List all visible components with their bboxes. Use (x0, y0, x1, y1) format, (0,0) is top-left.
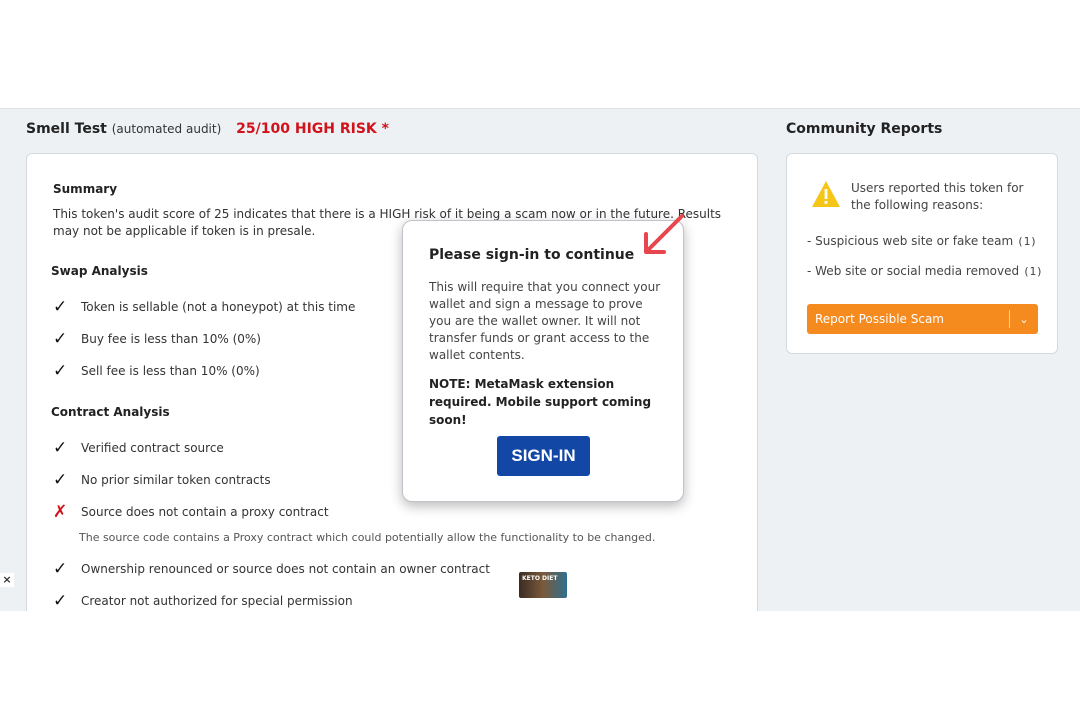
check-row: ✓ Creator not authorized for special per… (53, 591, 353, 611)
check-row: ✓ Buy fee is less than 10% (0%) (53, 329, 261, 349)
reason-label: - Web site or social media removed (807, 264, 1020, 278)
check-icon: ✓ (53, 361, 68, 381)
check-icon: ✓ (53, 591, 68, 611)
check-label: Buy fee is less than 10% (0%) (81, 332, 261, 346)
check-row: ✗ Source does not contain a proxy contra… (53, 502, 329, 522)
check-icon: ✓ (53, 329, 68, 349)
check-label: Ownership renounced or source does not c… (81, 562, 490, 576)
report-scam-button[interactable]: Report Possible Scam ⌄ (807, 304, 1038, 334)
check-icon: ✓ (53, 470, 68, 490)
check-label: Source does not contain a proxy contract (81, 505, 329, 519)
cross-icon: ✗ (53, 502, 68, 522)
reason-count: (1) (1022, 265, 1043, 278)
signin-modal: Please sign-in to continue This will req… (402, 220, 684, 502)
report-reason: - Web site or social media removed (1) (807, 264, 1043, 278)
check-label: Creator not authorized for special permi… (81, 594, 353, 608)
report-scam-label: Report Possible Scam (815, 312, 944, 326)
check-row: ✓ Verified contract source (53, 438, 224, 458)
check-label: Verified contract source (81, 441, 224, 455)
check-row: ✓ No prior similar token contracts (53, 470, 271, 490)
proxy-note: The source code contains a Proxy contrac… (79, 531, 656, 544)
report-reason: - Suspicious web site or fake team (1) (807, 234, 1037, 248)
smell-test-heading: Smell Test (automated audit) 25/100 HIGH… (26, 121, 389, 137)
check-row: ✓ Ownership renounced or source does not… (53, 559, 490, 579)
contract-analysis-title: Contract Analysis (51, 405, 170, 419)
check-row: ✓ Sell fee is less than 10% (0%) (53, 361, 260, 381)
ad-text: KETO DIET (522, 575, 558, 582)
reason-count: (1) (1016, 235, 1037, 248)
chevron-down-icon[interactable]: ⌄ (1010, 313, 1038, 326)
check-icon: ✓ (53, 438, 68, 458)
summary-title: Summary (53, 182, 118, 196)
ad-thumbnail[interactable]: KETO DIET (519, 572, 567, 598)
warning-icon (812, 181, 840, 207)
community-reports-heading: Community Reports (786, 121, 943, 137)
swap-analysis-title: Swap Analysis (51, 264, 148, 278)
reason-label: - Suspicious web site or fake team (807, 234, 1014, 248)
check-icon: ✓ (53, 559, 68, 579)
community-reports-card: Users reported this token for the follow… (786, 153, 1058, 354)
risk-score: 25/100 HIGH RISK * (236, 121, 389, 137)
close-icon[interactable]: × (0, 573, 14, 587)
arrow-icon (644, 214, 684, 254)
check-icon: ✓ (53, 297, 68, 317)
check-label: No prior similar token contracts (81, 473, 271, 487)
modal-body: This will require that you connect your … (429, 280, 661, 362)
modal-title: Please sign-in to continue (429, 247, 635, 263)
check-label: Token is sellable (not a honeypot) at th… (81, 300, 356, 314)
check-row: ✓ Token is sellable (not a honeypot) at … (53, 297, 355, 317)
smell-test-subtitle: (automated audit) (111, 122, 222, 136)
check-label: Sell fee is less than 10% (0%) (81, 364, 260, 378)
signin-button[interactable]: SIGN-IN (497, 436, 590, 476)
report-description: Users reported this token for the follow… (851, 181, 1024, 212)
modal-note: NOTE: MetaMask extension required. Mobil… (429, 377, 652, 427)
smell-test-title: Smell Test (26, 121, 107, 137)
